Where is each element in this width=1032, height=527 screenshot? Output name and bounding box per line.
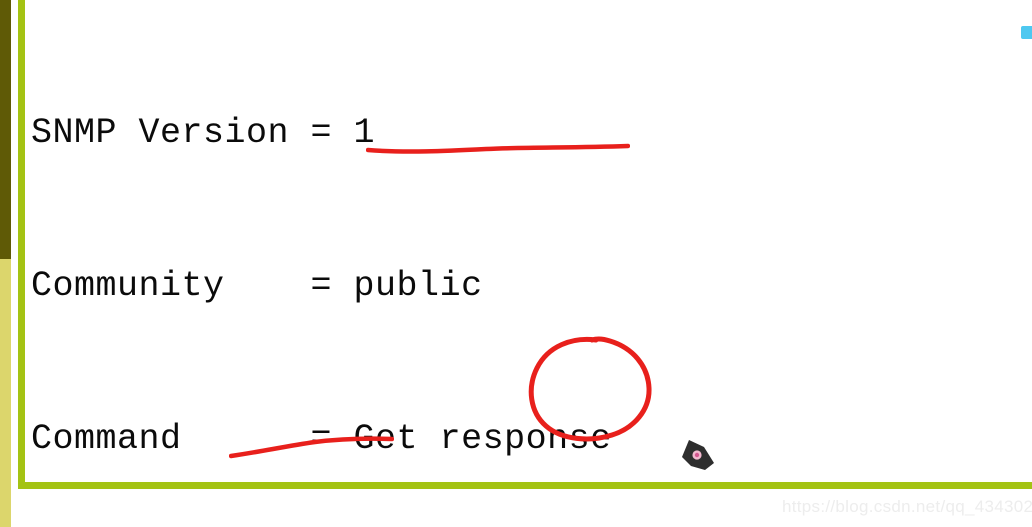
csdn-watermark: https://blog.csdn.net/qq_43430273	[782, 497, 1032, 516]
snmp-packet-dump: SNMP Version = 1 Community = public Comm…	[31, 6, 1011, 527]
dump-line-command: Command = Get response	[31, 419, 612, 459]
dump-line-community: Community = public	[31, 266, 483, 306]
right-edge-cyan-fleck	[1021, 26, 1032, 39]
content-frame-left-border	[18, 0, 25, 489]
slide-edge-bar-dark	[0, 0, 11, 259]
dump-line-snmp-version: SNMP Version = 1	[31, 113, 376, 153]
pen-annotation-cursor	[677, 435, 719, 475]
slide-edge-bar-light	[0, 259, 11, 527]
slide-canvas: SNMP Version = 1 Community = public Comm…	[0, 0, 1032, 527]
